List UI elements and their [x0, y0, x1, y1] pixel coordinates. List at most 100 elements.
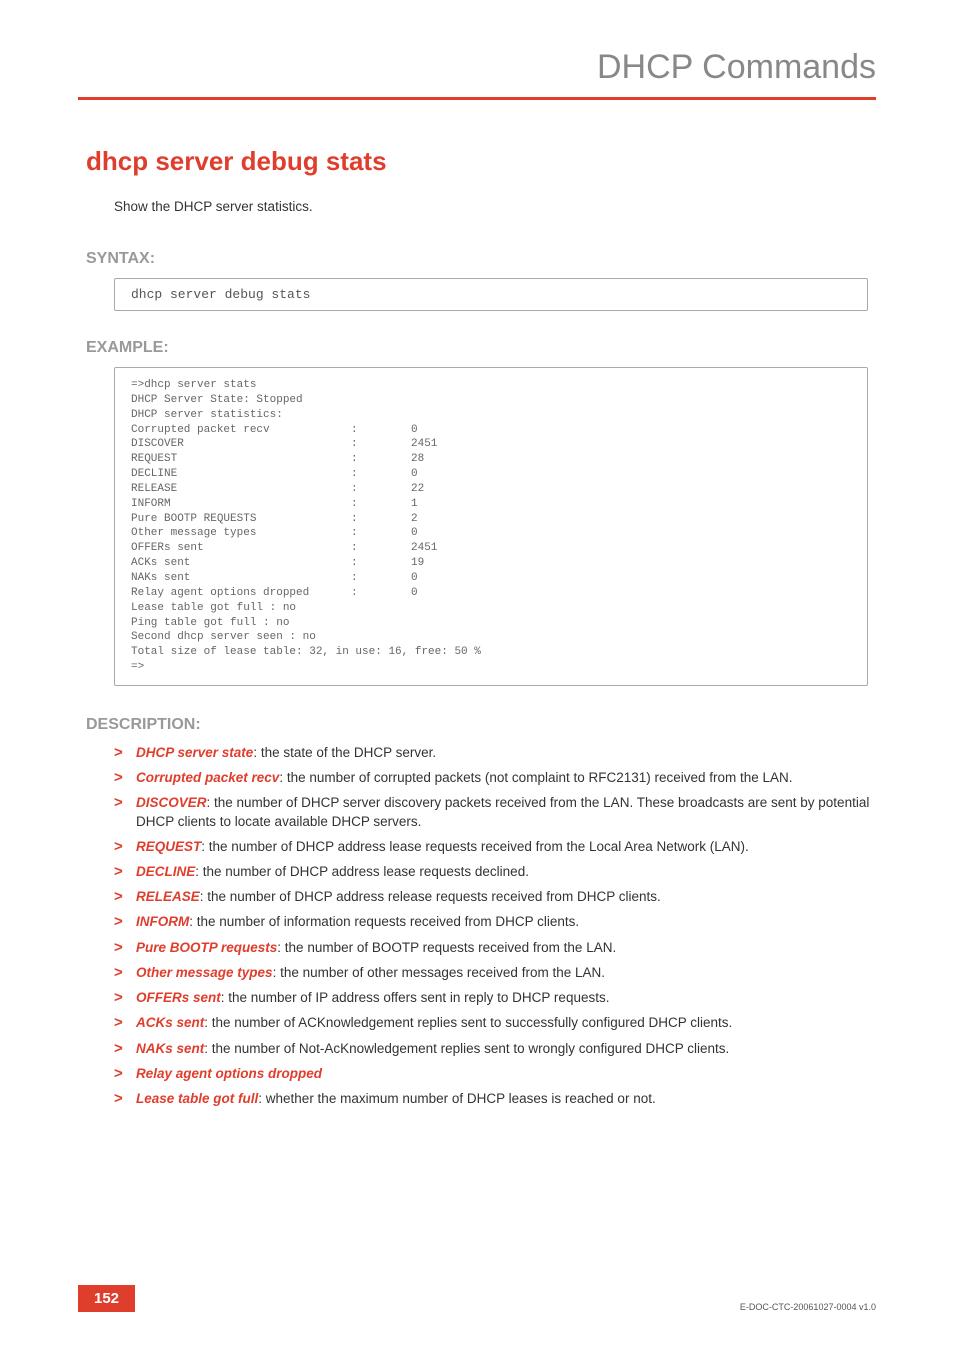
stat-colon: : [351, 423, 411, 438]
stat-label: Pure BOOTP REQUESTS [131, 512, 351, 527]
bullet-icon: > [114, 888, 136, 906]
desc-text: RELEASE: the number of DHCP address rele… [136, 888, 876, 906]
stat-value: 0 [411, 423, 418, 438]
example-line: =>dhcp server stats [131, 378, 851, 393]
description-list: >DHCP server state: the state of the DHC… [114, 744, 876, 1108]
desc-term: DISCOVER [136, 795, 207, 810]
stat-label: RELEASE [131, 482, 351, 497]
command-title: dhcp server debug stats [86, 146, 876, 177]
desc-text: Relay agent options dropped [136, 1065, 876, 1083]
desc-body: : the number of ACKnowledgement replies … [204, 1015, 732, 1030]
desc-term: Corrupted packet recv [136, 770, 279, 785]
example-stat-row: INFORM:1 [131, 497, 851, 512]
desc-body: : the number of DHCP address lease reque… [201, 839, 749, 854]
example-line: Lease table got full : no [131, 601, 851, 616]
example-line: Total size of lease table: 32, in use: 1… [131, 645, 851, 660]
desc-text: INFORM: the number of information reques… [136, 913, 876, 931]
desc-term: ACKs sent [136, 1015, 204, 1030]
list-item: >INFORM: the number of information reque… [114, 913, 876, 931]
bullet-icon: > [114, 1090, 136, 1108]
stat-colon: : [351, 526, 411, 541]
desc-text: DHCP server state: the state of the DHCP… [136, 744, 876, 762]
list-item: >Pure BOOTP requests: the number of BOOT… [114, 939, 876, 957]
desc-term: Lease table got full [136, 1091, 258, 1106]
example-stat-row: DISCOVER:2451 [131, 437, 851, 452]
stat-label: Other message types [131, 526, 351, 541]
command-summary: Show the DHCP server statistics. [114, 199, 876, 214]
desc-text: NAKs sent: the number of Not-AcKnowledge… [136, 1040, 876, 1058]
desc-body: : the number of BOOTP requests received … [277, 940, 616, 955]
stat-value: 22 [411, 482, 424, 497]
desc-term: REQUEST [136, 839, 201, 854]
syntax-label: SYNTAX: [86, 250, 876, 268]
list-item: >ACKs sent: the number of ACKnowledgemen… [114, 1014, 876, 1032]
desc-text: Lease table got full: whether the maximu… [136, 1090, 876, 1108]
list-item: >Relay agent options dropped [114, 1065, 876, 1083]
stat-value: 2 [411, 512, 418, 527]
syntax-code: dhcp server debug stats [114, 278, 868, 311]
desc-term: OFFERs sent [136, 990, 221, 1005]
list-item: >OFFERs sent: the number of IP address o… [114, 989, 876, 1007]
bullet-icon: > [114, 964, 136, 982]
desc-text: Other message types: the number of other… [136, 964, 876, 982]
example-line: DHCP Server State: Stopped [131, 393, 851, 408]
desc-term: NAKs sent [136, 1041, 204, 1056]
example-stat-row: OFFERs sent:2451 [131, 541, 851, 556]
stat-label: DISCOVER [131, 437, 351, 452]
example-stat-row: Other message types:0 [131, 526, 851, 541]
bullet-icon: > [114, 913, 136, 931]
bullet-icon: > [114, 838, 136, 856]
list-item: >Lease table got full: whether the maxim… [114, 1090, 876, 1108]
desc-text: DECLINE: the number of DHCP address leas… [136, 863, 876, 881]
list-item: >REQUEST: the number of DHCP address lea… [114, 838, 876, 856]
stat-value: 1 [411, 497, 418, 512]
list-item: >DECLINE: the number of DHCP address lea… [114, 863, 876, 881]
desc-body: : whether the maximum number of DHCP lea… [258, 1091, 655, 1106]
list-item: >Corrupted packet recv: the number of co… [114, 769, 876, 787]
example-stat-row: REQUEST:28 [131, 452, 851, 467]
stat-colon: : [351, 482, 411, 497]
stat-colon: : [351, 467, 411, 482]
stat-value: 0 [411, 467, 418, 482]
desc-body: : the number of Not-AcKnowledgement repl… [204, 1041, 729, 1056]
desc-term: Pure BOOTP requests [136, 940, 277, 955]
example-stat-row: DECLINE:0 [131, 467, 851, 482]
desc-body: : the number of IP address offers sent i… [221, 990, 610, 1005]
stat-colon: : [351, 541, 411, 556]
bullet-icon: > [114, 769, 136, 787]
example-output: =>dhcp server stats DHCP Server State: S… [114, 367, 868, 686]
stat-value: 0 [411, 571, 418, 586]
stat-colon: : [351, 571, 411, 586]
description-label: DESCRIPTION: [86, 716, 876, 734]
desc-body: : the number of DHCP address lease reque… [195, 864, 529, 879]
desc-text: DISCOVER: the number of DHCP server disc… [136, 794, 876, 830]
stat-label: REQUEST [131, 452, 351, 467]
doc-id: E-DOC-CTC-20061027-0004 v1.0 [740, 1302, 876, 1312]
stat-value: 2451 [411, 541, 437, 556]
stat-value: 19 [411, 556, 424, 571]
list-item: >DHCP server state: the state of the DHC… [114, 744, 876, 762]
bullet-icon: > [114, 1014, 136, 1032]
bullet-icon: > [114, 1040, 136, 1058]
bullet-icon: > [114, 863, 136, 881]
example-line: => [131, 660, 851, 675]
example-line: Ping table got full : no [131, 616, 851, 631]
stat-colon: : [351, 497, 411, 512]
bullet-icon: > [114, 744, 136, 762]
bullet-icon: > [114, 794, 136, 812]
stat-colon: : [351, 556, 411, 571]
desc-term: DECLINE [136, 864, 195, 879]
stat-label: OFFERs sent [131, 541, 351, 556]
desc-term: DHCP server state [136, 745, 253, 760]
stat-value: 0 [411, 526, 418, 541]
desc-text: ACKs sent: the number of ACKnowledgement… [136, 1014, 876, 1032]
desc-body: : the state of the DHCP server. [253, 745, 436, 760]
example-stat-row: NAKs sent:0 [131, 571, 851, 586]
desc-text: Corrupted packet recv: the number of cor… [136, 769, 876, 787]
example-line: Second dhcp server seen : no [131, 630, 851, 645]
stat-label: INFORM [131, 497, 351, 512]
example-stat-row: RELEASE:22 [131, 482, 851, 497]
list-item: >NAKs sent: the number of Not-AcKnowledg… [114, 1040, 876, 1058]
example-stat-row: Corrupted packet recv:0 [131, 423, 851, 438]
desc-term: Other message types [136, 965, 273, 980]
